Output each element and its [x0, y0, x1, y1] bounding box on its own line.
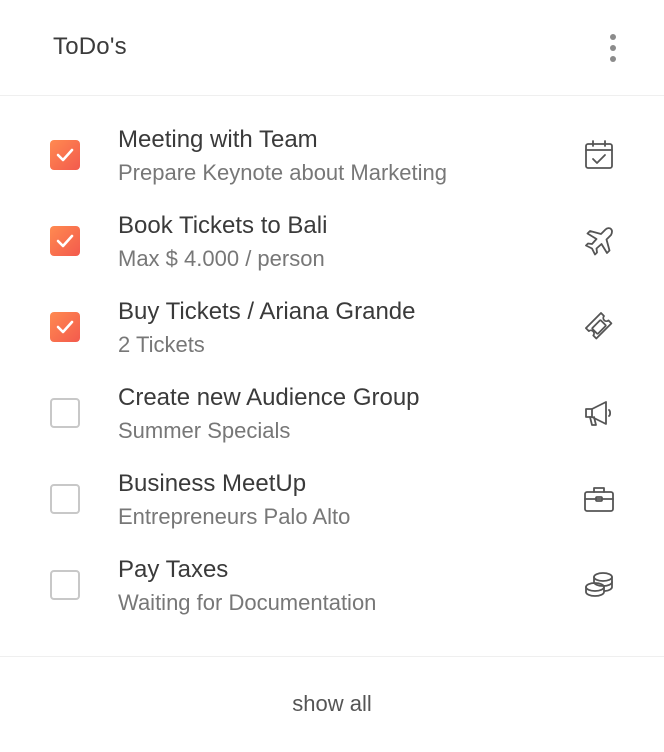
check-icon	[56, 320, 74, 334]
card-footer: show all	[0, 656, 664, 752]
todo-subtitle: Summer Specials	[118, 418, 291, 443]
megaphone-icon[interactable]	[582, 396, 616, 430]
todo-item: Pay Taxes Waiting for Documentation	[0, 540, 664, 626]
todo-subtitle: Entrepreneurs Palo Alto	[118, 504, 351, 529]
airplane-icon[interactable]	[582, 224, 616, 258]
todo-subtitle: Max $ 4.000 / person	[118, 246, 325, 271]
todo-title: Buy Tickets / Ariana Grande	[118, 298, 416, 325]
todo-item: Business MeetUp Entrepreneurs Palo Alto	[0, 454, 664, 540]
todo-checkbox[interactable]	[50, 312, 80, 342]
check-icon	[56, 148, 74, 162]
todo-title: Create new Audience Group	[118, 384, 420, 411]
card-header: ToDo's	[0, 0, 664, 96]
card-title: ToDo's	[53, 33, 127, 60]
todo-title: Meeting with Team	[118, 126, 318, 153]
todo-list: Meeting with Team Prepare Keynote about …	[0, 110, 664, 626]
calendar-check-icon[interactable]	[582, 138, 616, 172]
check-icon	[56, 234, 74, 248]
todo-title: Pay Taxes	[118, 556, 229, 583]
todo-item: Meeting with Team Prepare Keynote about …	[0, 110, 664, 196]
todo-item: Create new Audience Group Summer Special…	[0, 368, 664, 454]
todo-title: Book Tickets to Bali	[118, 212, 328, 239]
todo-card: ToDo's Meeting with Team Prepare Keynote…	[0, 0, 664, 752]
todo-checkbox[interactable]	[50, 140, 80, 170]
todo-subtitle: Waiting for Documentation	[118, 590, 377, 615]
todo-checkbox[interactable]	[50, 226, 80, 256]
todo-checkbox[interactable]	[50, 484, 80, 514]
todo-subtitle: Prepare Keynote about Marketing	[118, 160, 447, 185]
more-vertical-icon[interactable]	[600, 30, 626, 66]
briefcase-icon[interactable]	[582, 482, 616, 516]
todo-subtitle: 2 Tickets	[118, 332, 205, 357]
todo-checkbox[interactable]	[50, 398, 80, 428]
todo-title: Business MeetUp	[118, 470, 307, 497]
ticket-icon[interactable]	[582, 310, 616, 344]
show-all-button[interactable]: show all	[0, 691, 664, 717]
todo-checkbox[interactable]	[50, 570, 80, 600]
todo-item: Book Tickets to Bali Max $ 4.000 / perso…	[0, 196, 664, 282]
coins-icon[interactable]	[582, 568, 616, 602]
todo-item: Buy Tickets / Ariana Grande 2 Tickets	[0, 282, 664, 368]
